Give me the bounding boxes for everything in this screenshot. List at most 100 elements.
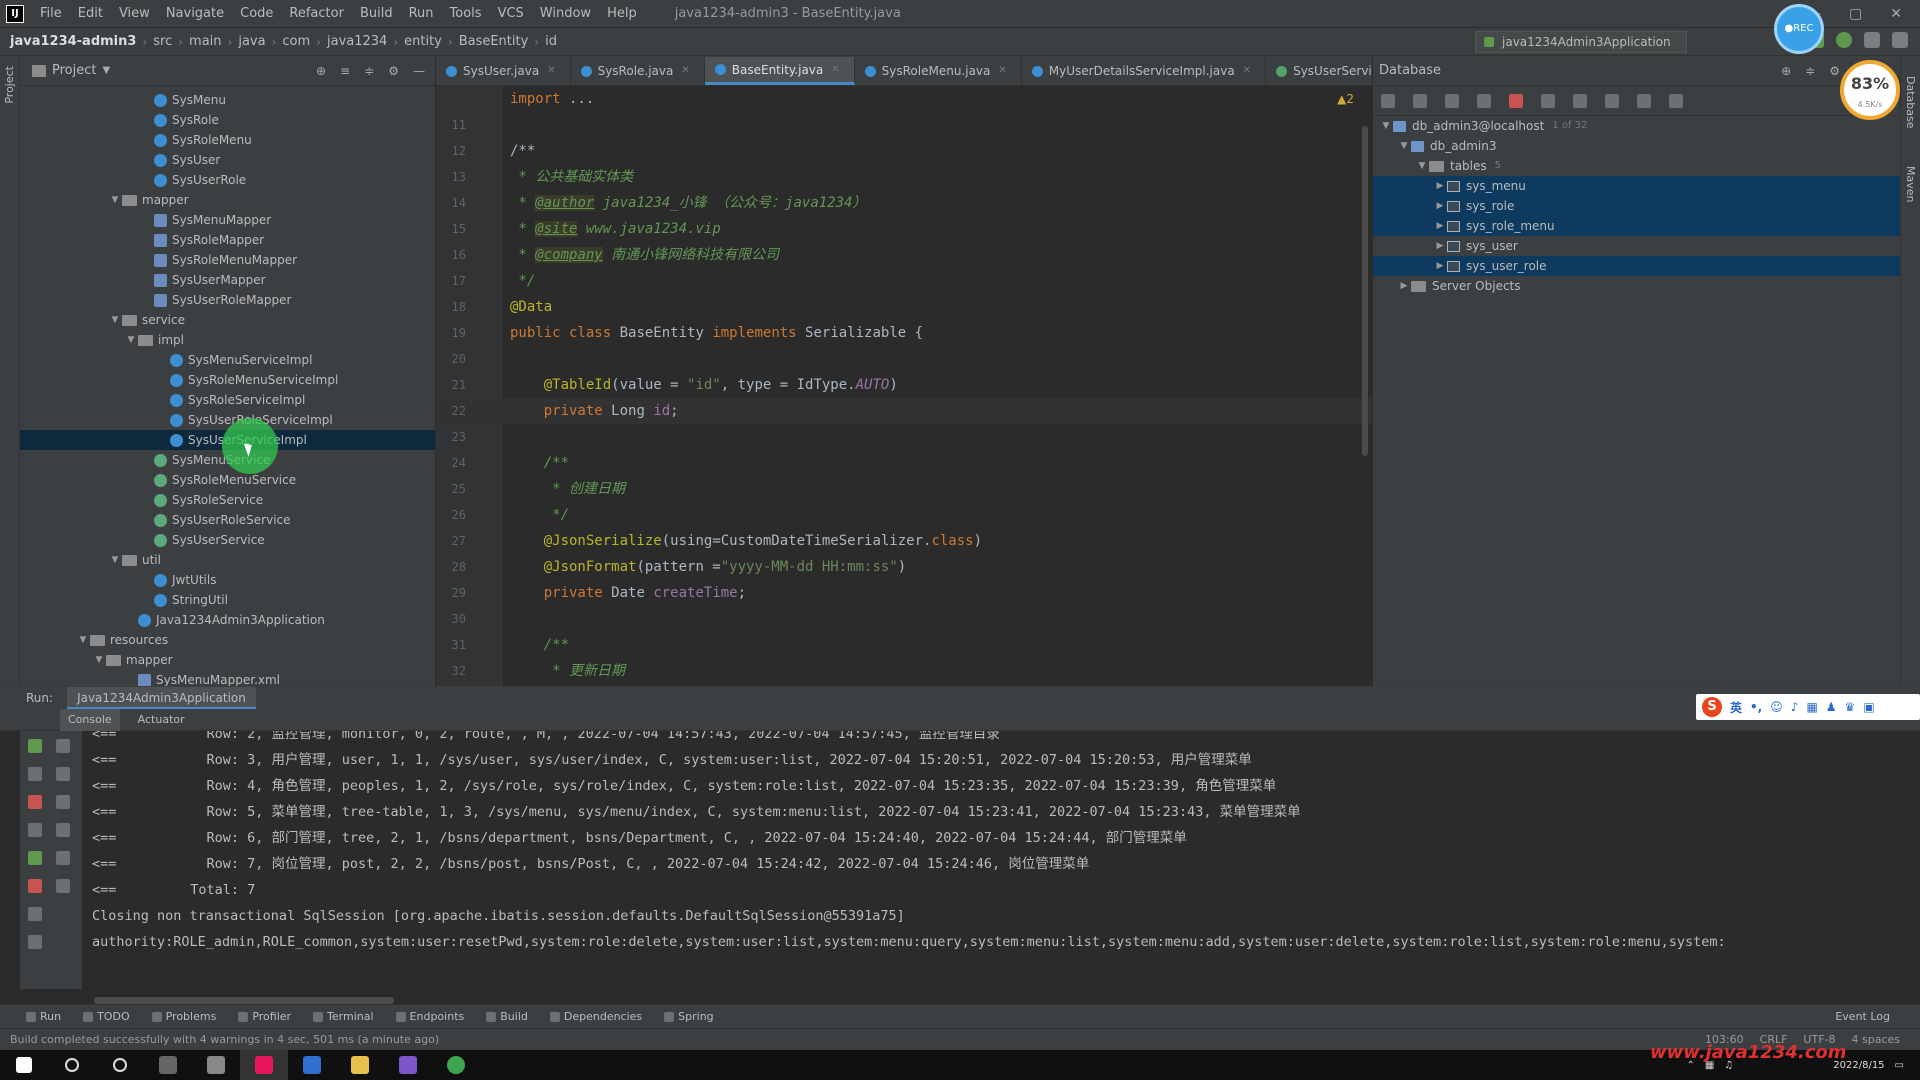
ime-grid-icon[interactable]: ▣: [1863, 700, 1874, 714]
chevron-down-icon[interactable]: ▼: [102, 65, 110, 76]
code-line[interactable]: 30: [436, 606, 1372, 632]
add-datasource-icon[interactable]: [1381, 93, 1395, 108]
ime-punct[interactable]: •,: [1750, 700, 1762, 714]
project-tool-label[interactable]: Project: [3, 66, 16, 104]
code-editor[interactable]: import ... 11 12/** 13 * 公共基础实体类 14 * @autho…: [436, 86, 1372, 686]
database-tree-item[interactable]: ▼ db_admin3@localhost 1 of 32: [1373, 116, 1900, 136]
project-tree-item[interactable]: SysUserService: [20, 530, 435, 550]
tool-window-spring[interactable]: Spring: [664, 1010, 714, 1023]
code-line[interactable]: 27 @JsonSerialize(using=CustomDateTimeSe…: [436, 528, 1372, 554]
console-output[interactable]: <== Row: 2, 监控管理, monitor, 0, 2, route, …: [82, 731, 1912, 989]
event-log-button[interactable]: Event Log: [1835, 1010, 1920, 1023]
notification-icon[interactable]: ▭: [1895, 1060, 1904, 1071]
project-tree-item[interactable]: ▼ service: [20, 310, 435, 330]
camera-icon[interactable]: [28, 823, 42, 837]
database-tree-item[interactable]: ▶ sys_role: [1373, 196, 1900, 216]
project-tree-item[interactable]: SysRoleService: [20, 490, 435, 510]
tree-expand-icon[interactable]: ▶: [1433, 216, 1447, 236]
edit-icon[interactable]: [1573, 93, 1587, 108]
code-line[interactable]: 21 @TableId(value = "id", type = IdType.…: [436, 372, 1372, 398]
task-view-icon[interactable]: [144, 1050, 192, 1080]
breadcrumb-item[interactable]: BaseEntity: [453, 34, 535, 49]
layout-icon[interactable]: [28, 907, 42, 921]
tree-expand-icon[interactable]: ▶: [1397, 276, 1411, 296]
run-config-tab[interactable]: Java1234Admin3Application: [67, 687, 256, 709]
menu-refactor[interactable]: Refactor: [281, 6, 352, 21]
tree-expand-icon[interactable]: ▼: [108, 310, 122, 330]
windows-start-icon[interactable]: [0, 1050, 48, 1080]
code-line[interactable]: 25 * 创建日期: [436, 476, 1372, 502]
wrench-icon[interactable]: [28, 767, 42, 781]
breadcrumb-item[interactable]: java: [232, 34, 271, 49]
code-line[interactable]: 24 /**: [436, 450, 1372, 476]
indent-setting[interactable]: 4 spaces: [1852, 1033, 1901, 1046]
tree-expand-icon[interactable]: ▼: [108, 190, 122, 210]
editor-tab[interactable]: SysRole.java ✕: [571, 57, 705, 85]
menu-navigate[interactable]: Navigate: [158, 6, 232, 21]
code-line[interactable]: 29 private Date createTime;: [436, 580, 1372, 606]
search-icon[interactable]: [48, 1050, 96, 1080]
maven-tool-label[interactable]: Maven: [1904, 166, 1917, 202]
project-tree-item[interactable]: SysUserRoleService: [20, 510, 435, 530]
tree-expand-icon[interactable]: ▼: [1397, 136, 1411, 156]
debug-icon[interactable]: [1836, 32, 1852, 48]
code-line[interactable]: 19 public class BaseEntity implements Ser…: [436, 320, 1372, 346]
database-panel-title[interactable]: Database: [1379, 63, 1441, 78]
menu-build[interactable]: Build: [352, 6, 401, 21]
gear-icon[interactable]: ⚙: [1829, 64, 1840, 78]
pin-icon[interactable]: [28, 935, 42, 949]
breadcrumb-item[interactable]: src: [147, 34, 178, 49]
copy-icon[interactable]: [1413, 93, 1427, 108]
project-tree-item[interactable]: ▼ mapper: [20, 190, 435, 210]
code-line[interactable]: 15 * @site www.java1234.vip: [436, 216, 1372, 242]
hide-icon[interactable]: —: [413, 64, 425, 78]
editor-tab[interactable]: SysUser.java ✕: [436, 57, 571, 85]
run-configuration-select[interactable]: java1234Admin3Application: [1475, 31, 1687, 53]
database-tree-item[interactable]: ▼ tables 5: [1373, 156, 1900, 176]
rerun-icon[interactable]: [28, 739, 42, 753]
ime-user-icon[interactable]: ♟: [1826, 700, 1837, 714]
editor-tab[interactable]: SysRoleMenu.java ✕: [855, 57, 1022, 85]
breadcrumb-item[interactable]: java1234: [321, 34, 393, 49]
cortana-icon[interactable]: [96, 1050, 144, 1080]
ime-lang[interactable]: 英: [1730, 699, 1742, 716]
database-tree-item[interactable]: ▶ sys_role_menu: [1373, 216, 1900, 236]
code-line[interactable]: import ...: [436, 86, 1372, 112]
editor-tab[interactable]: MyUserDetailsServiceImpl.java ✕: [1022, 57, 1267, 85]
project-panel-title[interactable]: Project: [52, 63, 96, 78]
print-icon[interactable]: [56, 851, 70, 865]
refresh-icon[interactable]: [1445, 93, 1459, 108]
project-tree-item[interactable]: ▼ impl: [20, 330, 435, 350]
project-tree-item[interactable]: SysUser: [20, 150, 435, 170]
tool-window-todo[interactable]: TODO: [83, 1010, 130, 1023]
database-tree-item[interactable]: ▶ sys_user_role: [1373, 256, 1900, 276]
project-tree-item[interactable]: SysRoleServiceImpl: [20, 390, 435, 410]
project-tree-item[interactable]: JwtUtils: [20, 570, 435, 590]
breadcrumb-item[interactable]: com: [276, 34, 316, 49]
menu-window[interactable]: Window: [532, 6, 599, 21]
database-tree-item[interactable]: ▶ sys_user: [1373, 236, 1900, 256]
breadcrumb-item[interactable]: main: [183, 34, 227, 49]
code-line[interactable]: 18 @Data: [436, 294, 1372, 320]
search-icon[interactable]: [1864, 32, 1880, 48]
tree-expand-icon[interactable]: ▼: [92, 650, 106, 670]
project-tree-item[interactable]: SysRoleMenuMapper: [20, 250, 435, 270]
editor-tab[interactable]: SysUserService.java✕: [1266, 57, 1372, 85]
project-tree-item[interactable]: SysUserMapper: [20, 270, 435, 290]
tool-window-dependencies[interactable]: Dependencies: [550, 1010, 642, 1023]
breadcrumb-item[interactable]: java1234-admin3: [4, 34, 142, 49]
chrome-icon[interactable]: [432, 1050, 480, 1080]
ime-mic-icon[interactable]: ♪: [1791, 700, 1799, 714]
database-tool-label[interactable]: Database: [1904, 76, 1917, 129]
project-tree-item[interactable]: SysUserRoleMapper: [20, 290, 435, 310]
resume-icon[interactable]: [28, 851, 42, 865]
project-tree-item[interactable]: ▼ util: [20, 550, 435, 570]
close-icon[interactable]: ✕: [1890, 6, 1902, 22]
up-icon[interactable]: [56, 739, 70, 753]
project-tree-item[interactable]: SysUserRole: [20, 170, 435, 190]
close-tab-icon[interactable]: ✕: [998, 57, 1006, 85]
down-icon[interactable]: [56, 767, 70, 781]
editor-scrollbar[interactable]: [1362, 126, 1368, 456]
gear-icon[interactable]: ⚙: [388, 64, 399, 78]
code-line[interactable]: 13 * 公共基础实体类: [436, 164, 1372, 190]
